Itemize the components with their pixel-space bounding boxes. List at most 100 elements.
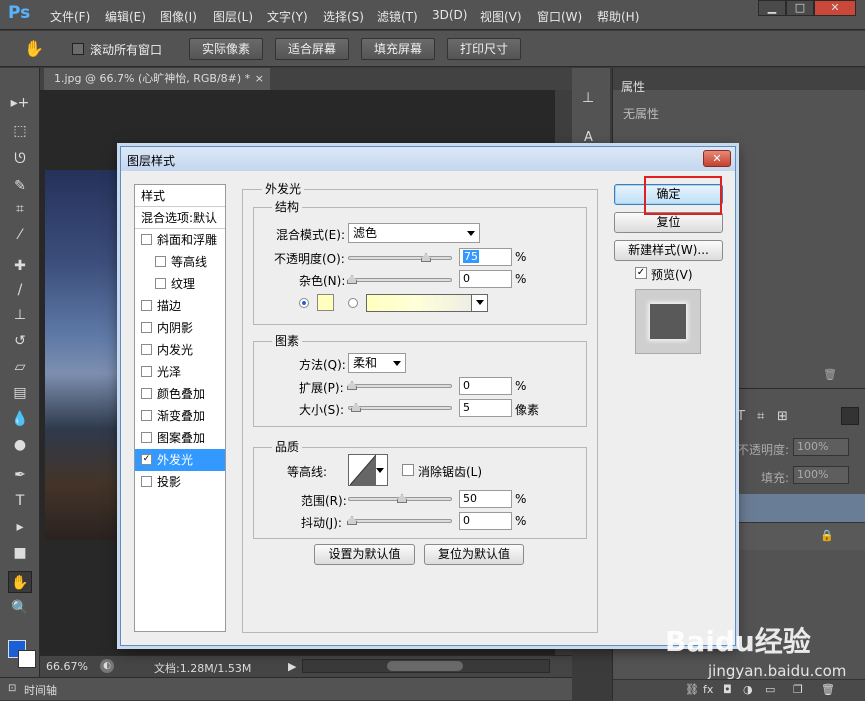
new-layer-icon[interactable]: ❐ xyxy=(793,683,803,696)
blend-options-item[interactable]: 混合选项:默认 xyxy=(135,207,225,229)
menu-type[interactable]: 文字(Y) xyxy=(267,8,308,25)
menu-help[interactable]: 帮助(H) xyxy=(597,8,639,25)
document-tab[interactable]: 1.jpg @ 66.7% (心旷神怡, RGB/8#) * × xyxy=(44,68,270,90)
status-menu-arrow-icon[interactable]: ▶ xyxy=(288,660,296,673)
style-item[interactable]: ✓ 外发光 xyxy=(135,449,225,471)
maximize-icon[interactable]: □ xyxy=(786,0,814,16)
style-item[interactable]: 渐变叠加 xyxy=(135,405,225,427)
fill-screen-button[interactable]: 填充屏幕 xyxy=(361,38,435,60)
style-item[interactable]: 纹理 xyxy=(135,273,225,295)
brush-tool-icon[interactable]: / xyxy=(8,279,32,301)
adjustment-layer-icon[interactable]: ◑ xyxy=(743,683,753,696)
style-item-checkbox[interactable] xyxy=(141,432,152,443)
contour-picker[interactable] xyxy=(348,454,388,486)
style-item[interactable]: 等高线 xyxy=(135,251,225,273)
healing-brush-tool-icon[interactable]: ✚ xyxy=(8,255,32,277)
clone-stamp-tool-icon[interactable]: ⊥ xyxy=(8,304,32,326)
tab-close-icon[interactable]: × xyxy=(255,68,264,90)
fx-icon[interactable]: fx xyxy=(703,683,713,696)
style-item-checkbox[interactable] xyxy=(141,300,152,311)
timeline-icon[interactable]: ⊡ xyxy=(8,683,16,694)
dialog-close-icon[interactable]: ✕ xyxy=(703,150,731,167)
move-tool-icon[interactable]: ▸+ xyxy=(8,92,32,114)
style-item-checkbox[interactable] xyxy=(141,388,152,399)
close-window-icon[interactable]: ✕ xyxy=(814,0,856,16)
noise-input[interactable]: 0 xyxy=(459,270,512,288)
style-item-checkbox[interactable] xyxy=(155,278,166,289)
gradient-radio[interactable] xyxy=(348,298,358,308)
horizontal-scrollbar[interactable] xyxy=(302,659,550,673)
scroll-all-checkbox[interactable] xyxy=(72,43,84,55)
layer-fill-input[interactable]: 100% xyxy=(793,466,849,484)
style-item[interactable]: 内阴影 xyxy=(135,317,225,339)
trash-icon[interactable]: 🗑 xyxy=(823,368,837,381)
menu-file[interactable]: 文件(F) xyxy=(50,8,90,25)
actual-pixels-button[interactable]: 实际像素 xyxy=(189,38,263,60)
style-item-checkbox[interactable]: ✓ xyxy=(141,454,152,465)
status-info-icon[interactable]: ◐ xyxy=(100,659,114,673)
menu-window[interactable]: 窗口(W) xyxy=(537,8,582,25)
style-item-checkbox[interactable] xyxy=(141,476,152,487)
blur-tool-icon[interactable]: 💧 xyxy=(8,408,32,430)
menu-3d[interactable]: 3D(D) xyxy=(432,8,467,22)
antialias-checkbox[interactable] xyxy=(402,464,414,476)
delete-layer-icon[interactable]: 🗑 xyxy=(821,683,835,696)
background-color-swatch[interactable] xyxy=(18,650,36,668)
type-tool-icon[interactable]: T xyxy=(8,490,32,512)
crop-tool-icon[interactable]: ⌗ xyxy=(8,198,32,220)
eyedropper-tool-icon[interactable]: ⁄ xyxy=(8,224,32,246)
print-size-button[interactable]: 打印尺寸 xyxy=(447,38,521,60)
style-item[interactable]: 斜面和浮雕 xyxy=(135,229,225,251)
history-panel-icon[interactable]: ⊥ xyxy=(582,90,594,106)
menu-view[interactable]: 视图(V) xyxy=(480,8,522,25)
lasso-tool-icon[interactable]: ᘎ xyxy=(8,148,32,170)
menu-select[interactable]: 选择(S) xyxy=(323,8,364,25)
properties-tab[interactable]: 属性 xyxy=(621,78,645,95)
style-item-checkbox[interactable] xyxy=(141,234,152,245)
hand-tool-icon[interactable]: ✋ xyxy=(24,39,44,58)
gradient-tool-icon[interactable]: ▤ xyxy=(8,382,32,404)
hand-tool-active-icon[interactable]: ✋ xyxy=(8,571,32,593)
style-item-checkbox[interactable] xyxy=(141,410,152,421)
solid-color-radio[interactable] xyxy=(299,298,309,308)
style-item[interactable]: 图案叠加 xyxy=(135,427,225,449)
zoom-level[interactable]: 66.67% xyxy=(46,660,88,673)
dodge-tool-icon[interactable]: ● xyxy=(8,434,32,456)
pen-tool-icon[interactable]: ✒ xyxy=(8,464,32,486)
menu-image[interactable]: 图像(I) xyxy=(160,8,197,25)
add-mask-icon[interactable]: ◘ xyxy=(723,683,732,696)
reset-default-button[interactable]: 复位为默认值 xyxy=(424,544,524,565)
zoom-tool-icon[interactable]: 🔍 xyxy=(8,597,32,619)
range-input[interactable]: 50 xyxy=(459,490,512,508)
style-item[interactable]: 内发光 xyxy=(135,339,225,361)
link-layers-icon[interactable]: ⛓ xyxy=(685,683,699,696)
style-item[interactable]: 投影 xyxy=(135,471,225,493)
filter-toggle-icon[interactable] xyxy=(841,407,859,425)
style-item[interactable]: 颜色叠加 xyxy=(135,383,225,405)
minimize-icon[interactable]: ▁ xyxy=(758,0,786,16)
style-item[interactable]: 描边 xyxy=(135,295,225,317)
filter-shape-icon[interactable]: ⌗ xyxy=(757,409,764,424)
set-default-button[interactable]: 设置为默认值 xyxy=(314,544,415,565)
opacity-slider[interactable] xyxy=(348,256,452,260)
dialog-titlebar[interactable]: 图层样式 ✕ xyxy=(121,147,735,171)
style-item-checkbox[interactable] xyxy=(141,344,152,355)
spread-slider[interactable] xyxy=(348,384,452,388)
blend-mode-select[interactable]: 滤色 xyxy=(348,223,480,243)
timeline-label[interactable]: 时间轴 xyxy=(24,682,57,698)
new-style-button[interactable]: 新建样式(W)... xyxy=(614,240,723,261)
marquee-tool-icon[interactable]: ⬚ xyxy=(8,120,32,142)
history-brush-tool-icon[interactable]: ↺ xyxy=(8,330,32,352)
fit-screen-button[interactable]: 适合屏幕 xyxy=(275,38,349,60)
opacity-input[interactable]: 75 xyxy=(459,248,512,266)
spread-input[interactable]: 0 xyxy=(459,377,512,395)
menu-layer[interactable]: 图层(L) xyxy=(213,8,253,25)
gradient-picker[interactable] xyxy=(366,294,488,312)
style-item[interactable]: 光泽 xyxy=(135,361,225,383)
eraser-tool-icon[interactable]: ▱ xyxy=(8,356,32,378)
quick-select-tool-icon[interactable]: ✎ xyxy=(8,175,32,197)
size-input[interactable]: 5 xyxy=(459,399,512,417)
size-slider[interactable] xyxy=(348,406,452,410)
jitter-input[interactable]: 0 xyxy=(459,512,512,530)
jitter-slider[interactable] xyxy=(348,519,452,523)
